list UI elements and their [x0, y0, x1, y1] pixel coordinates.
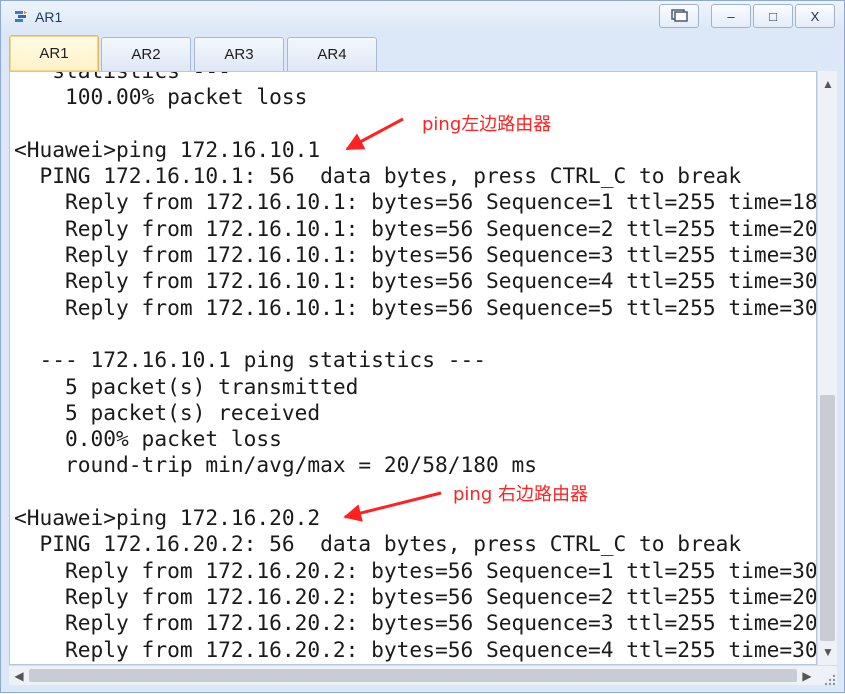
- terminal-line: --- 172.16.10.1 ping statistics ---: [14, 347, 486, 373]
- terminal-line: Reply from 172.16.10.1: bytes=56 Sequenc…: [14, 268, 817, 294]
- terminal-line: Reply from 172.16.20.2: bytes=56 Sequenc…: [14, 557, 817, 583]
- terminal-line: PING 172.16.20.2: 56 data bytes, press C…: [14, 531, 742, 557]
- tab-ar1[interactable]: AR1: [9, 35, 99, 71]
- terminal-output: statistics --- 100.00% packet loss <Huaw…: [14, 72, 817, 664]
- restore-window-button[interactable]: [659, 4, 699, 28]
- maximize-button[interactable]: □: [753, 4, 793, 28]
- terminal-line: Reply from 172.16.10.1: bytes=56 Sequenc…: [14, 215, 817, 241]
- terminal-line: Reply from 172.16.20.2: bytes=56 Sequenc…: [14, 610, 817, 636]
- scroll-up-icon[interactable]: ▲: [818, 77, 838, 91]
- minimize-icon: –: [727, 8, 735, 24]
- restore-icon: [668, 7, 690, 26]
- scroll-down-icon[interactable]: ▼: [818, 645, 838, 659]
- terminal-line: 5 packet(s) received: [14, 399, 321, 425]
- terminal-line: Reply from 172.16.20.2: bytes=56 Sequenc…: [14, 583, 817, 609]
- maximize-icon: □: [769, 8, 777, 24]
- terminal-line: statistics ---: [14, 72, 816, 84]
- resize-grip-icon[interactable]: [823, 673, 837, 687]
- tab-bar: AR1 AR2 AR3 AR4: [1, 33, 844, 71]
- terminal-line: Reply from 172.16.10.1: bytes=56 Sequenc…: [14, 294, 817, 320]
- annotation-right-router: ping 右边路由器: [453, 484, 588, 505]
- tab-label: AR2: [131, 46, 161, 63]
- horizontal-scrollbar[interactable]: ◀ ▶: [9, 665, 837, 685]
- terminal-line: <Huawei>ping 172.16.10.1: [14, 136, 321, 162]
- tab-label: AR1: [39, 45, 69, 62]
- vertical-scrollbar[interactable]: ▲ ▼: [817, 71, 837, 665]
- terminal-line: PING 172.16.10.1: 56 data bytes, press C…: [14, 163, 742, 189]
- tab-ar3[interactable]: AR3: [194, 37, 284, 71]
- annotation-left-router: ping左边路由器: [422, 114, 552, 135]
- tab-ar2[interactable]: AR2: [101, 37, 191, 71]
- tab-label: AR3: [224, 46, 254, 63]
- router-app-icon: [13, 9, 29, 25]
- terminal-line: round-trip min/avg/max = 20/58/180 ms: [14, 452, 537, 478]
- app-window: AR1 – □ X AR1 AR2 AR3 AR4 100.00% packet…: [0, 0, 845, 693]
- terminal-line: 0.00% packet loss: [14, 426, 282, 452]
- title-bar[interactable]: AR1 – □ X: [1, 1, 844, 33]
- tab-label: AR4: [317, 46, 347, 63]
- tab-ar4[interactable]: AR4: [287, 37, 377, 71]
- scroll-right-icon[interactable]: ▶: [797, 669, 817, 683]
- close-icon: X: [810, 8, 820, 24]
- terminal-line: Reply from 172.16.10.1: bytes=56 Sequenc…: [14, 189, 817, 215]
- terminal-line: 100.00% packet loss: [14, 84, 308, 110]
- window-title: AR1: [35, 9, 63, 25]
- horizontal-scroll-thumb[interactable]: [29, 669, 797, 682]
- minimize-button[interactable]: –: [711, 4, 751, 28]
- terminal-line: 5 packet(s) transmitted: [14, 373, 359, 399]
- terminal-line: <Huawei>ping 172.16.20.2: [14, 505, 321, 531]
- close-button[interactable]: X: [795, 4, 835, 28]
- terminal-line: Reply from 172.16.10.1: bytes=56 Sequenc…: [14, 242, 817, 268]
- terminal-line: Reply from 172.16.20.2: bytes=56 Sequenc…: [14, 636, 817, 662]
- terminal-console[interactable]: statistics --- 100.00% packet loss <Huaw…: [9, 71, 817, 665]
- scroll-left-icon[interactable]: ◀: [9, 669, 29, 683]
- vertical-scroll-thumb[interactable]: [820, 395, 835, 641]
